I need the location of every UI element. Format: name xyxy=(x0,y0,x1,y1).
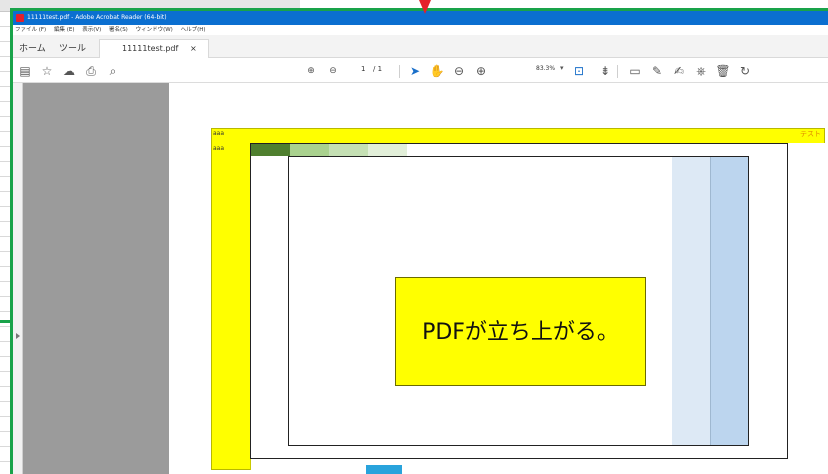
annotation-frame xyxy=(10,8,828,474)
annotation-arrow-icon xyxy=(419,0,431,14)
annotation-marker xyxy=(366,465,402,474)
annotation-connector xyxy=(0,320,12,323)
screenshot-stage: 11111test.pdf - Adobe Acrobat Reader (64… xyxy=(0,0,828,474)
